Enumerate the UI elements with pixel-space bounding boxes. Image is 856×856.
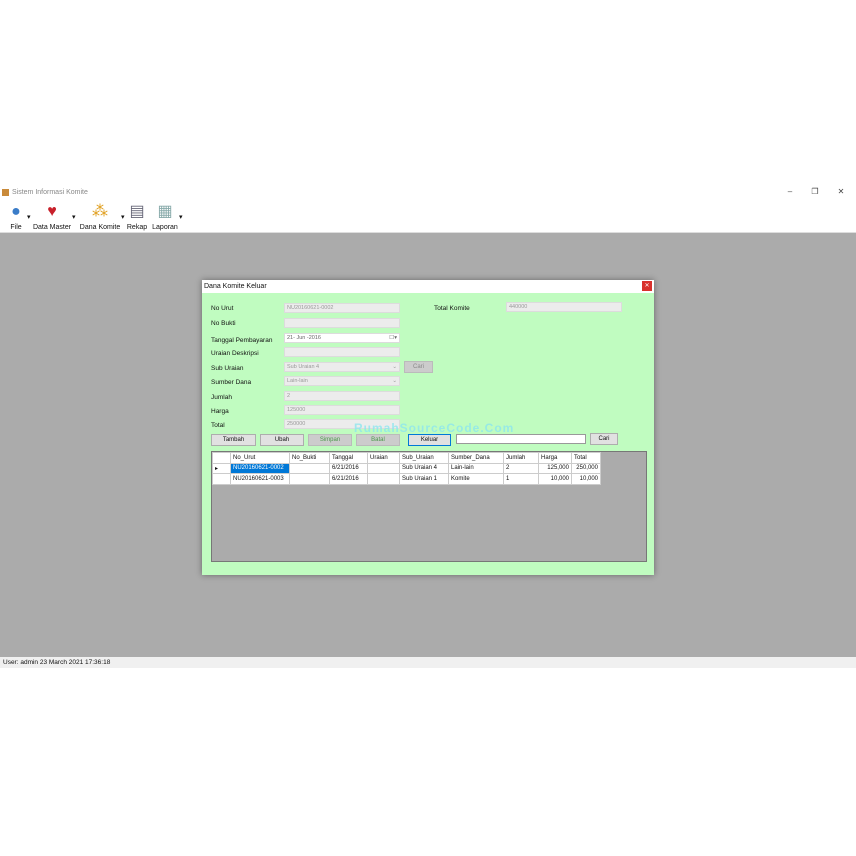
menu-file[interactable]: ● File [4, 202, 28, 231]
label-sub-uraian: Sub Uraian [211, 365, 244, 372]
tambah-button[interactable]: Tambah [211, 434, 256, 446]
report-icon: ▤ [129, 203, 145, 220]
column-header[interactable]: Jumlah [503, 452, 539, 464]
tanggal-value: 21- Jun -2016 [287, 335, 321, 341]
org-chart-icon: ⁂ [92, 203, 108, 220]
sub-uraian-value: Sub Uraian 4 [287, 364, 320, 370]
cari-button[interactable]: Cari [590, 433, 618, 445]
close-icon[interactable]: ✕ [642, 281, 652, 291]
table-cell[interactable] [289, 473, 330, 485]
table-cell[interactable]: 6/21/2016 [329, 473, 368, 485]
menu-label: Laporan [152, 224, 178, 231]
batal-button[interactable]: Batal [356, 434, 400, 446]
jumlah-field[interactable]: 2 [284, 391, 400, 401]
chevron-down-icon: ⌄ [392, 364, 397, 370]
no-bukti-field[interactable] [284, 318, 400, 328]
table-cell[interactable]: 10,000 [538, 473, 572, 485]
label-total-komite: Total Komite [434, 305, 470, 312]
table-cell[interactable]: Sub Uraian 1 [399, 473, 449, 485]
table-cell[interactable]: 10,000 [571, 473, 601, 485]
menu-label: Data Master [32, 224, 72, 231]
menu-label: Dana Komite [79, 224, 121, 231]
label-uraian: Uraian Deskripsi [211, 350, 259, 357]
dana-komite-keluar-dialog: Dana Komite Keluar ✕ No Urut NU20160621-… [202, 280, 654, 575]
column-header[interactable]: Total [571, 452, 601, 464]
label-tanggal: Tanggal Pembayaran [211, 337, 273, 344]
dropdown-arrow-icon[interactable]: ▾ [27, 213, 31, 221]
table-row[interactable]: ▸ NU20160621-0002 6/21/2016 Sub Uraian 4 Lai… [212, 462, 601, 474]
column-header[interactable]: Uraian [367, 452, 400, 464]
label-jumlah: Jumlah [211, 394, 232, 401]
column-header[interactable]: Sub_Uraian [399, 452, 449, 464]
label-total: Total [211, 422, 225, 429]
table-cell[interactable] [289, 462, 330, 474]
chevron-down-icon: ⌄ [392, 378, 397, 384]
column-header[interactable]: Sumber_Dana [448, 452, 504, 464]
heart-plus-icon: ♥ [47, 203, 57, 220]
table-cell[interactable]: 1 [503, 473, 539, 485]
column-header[interactable]: Harga [538, 452, 572, 464]
document-icon: ▦ [157, 203, 173, 220]
minimize-button[interactable]: – [783, 187, 797, 196]
status-bar: User: admin 23 March 2021 17:36:18 [0, 657, 856, 668]
calendar-dropdown-icon[interactable]: ☐▾ [389, 335, 397, 342]
data-grid[interactable]: No_Urut No_Bukti Tanggal Uraian Sub_Uraian Su… [211, 451, 647, 562]
simpan-button[interactable]: Simpan [308, 434, 352, 446]
sub-uraian-select[interactable]: Sub Uraian 4 ⌄ [284, 362, 400, 372]
label-no-bukti: No Bukti [211, 320, 236, 327]
table-cell[interactable]: Sub Uraian 4 [399, 462, 449, 474]
grid-header-row: No_Urut No_Bukti Tanggal Uraian Sub_Uraian Su… [212, 452, 601, 464]
column-header[interactable]: Tanggal [329, 452, 368, 464]
title-bar [0, 186, 856, 200]
column-header[interactable]: No_Bukti [289, 452, 330, 464]
table-cell[interactable]: Lain-lain [448, 462, 504, 474]
table-cell[interactable]: 6/21/2016 [329, 462, 368, 474]
app-icon [2, 189, 9, 196]
menu-laporan[interactable]: ▦ Laporan [151, 202, 179, 231]
total-komite-field[interactable]: 440000 [506, 302, 622, 312]
table-cell[interactable]: NU20160621-0003 [230, 473, 290, 485]
tanggal-datepicker[interactable]: 21- Jun -2016 ☐▾ [284, 333, 400, 343]
table-cell[interactable]: NU20160621-0002 [230, 462, 290, 474]
row-selector[interactable] [212, 473, 231, 485]
close-window-button[interactable]: ✕ [834, 187, 848, 196]
keluar-button[interactable]: Keluar [408, 434, 451, 446]
row-selector[interactable]: ▸ [212, 462, 231, 474]
cari-sub-uraian-button[interactable]: Cari [404, 361, 433, 373]
table-cell[interactable]: 125,000 [538, 462, 572, 474]
no-urut-field[interactable]: NU20160621-0002 [284, 303, 400, 313]
app-title: Sistem Informasi Komite [12, 189, 88, 196]
table-cell[interactable]: 2 [503, 462, 539, 474]
search-input[interactable] [456, 434, 586, 444]
watermark: RumahSourceCode.Com [354, 421, 515, 435]
dropdown-arrow-icon[interactable]: ▾ [72, 213, 76, 221]
label-harga: Harga [211, 408, 229, 415]
column-header[interactable]: No_Urut [230, 452, 290, 464]
label-no-urut: No Urut [211, 305, 234, 312]
table-row[interactable]: NU20160621-0003 6/21/2016 Sub Uraian 1 Komi… [212, 473, 601, 485]
dropdown-arrow-icon[interactable]: ▾ [179, 213, 183, 221]
table-cell[interactable] [367, 473, 400, 485]
label-sumber-dana: Sumber Dana [211, 379, 252, 386]
menu-data-master[interactable]: ♥ Data Master [32, 202, 72, 231]
sumber-dana-value: Lain-lain [287, 378, 308, 384]
table-cell[interactable]: Komite [448, 473, 504, 485]
maximize-button[interactable]: ❐ [808, 187, 822, 196]
ubah-button[interactable]: Ubah [260, 434, 304, 446]
harga-field[interactable]: 125000 [284, 405, 400, 415]
uraian-field[interactable] [284, 347, 400, 357]
dropdown-arrow-icon[interactable]: ▾ [121, 213, 125, 221]
grid-table: No_Urut No_Bukti Tanggal Uraian Sub_Uraian Su… [212, 452, 601, 485]
table-cell[interactable] [367, 462, 400, 474]
table-cell[interactable]: 250,000 [571, 462, 601, 474]
menu-rekap[interactable]: ▤ Rekap [126, 202, 148, 231]
dialog-title: Dana Komite Keluar [202, 280, 654, 293]
sumber-dana-select[interactable]: Lain-lain ⌄ [284, 376, 400, 386]
row-header-corner [212, 452, 231, 464]
menu-label: File [10, 224, 22, 231]
user-icon: ● [11, 203, 21, 220]
menu-label: Rekap [126, 224, 148, 231]
menu-dana-komite[interactable]: ⁂ Dana Komite [78, 202, 122, 231]
